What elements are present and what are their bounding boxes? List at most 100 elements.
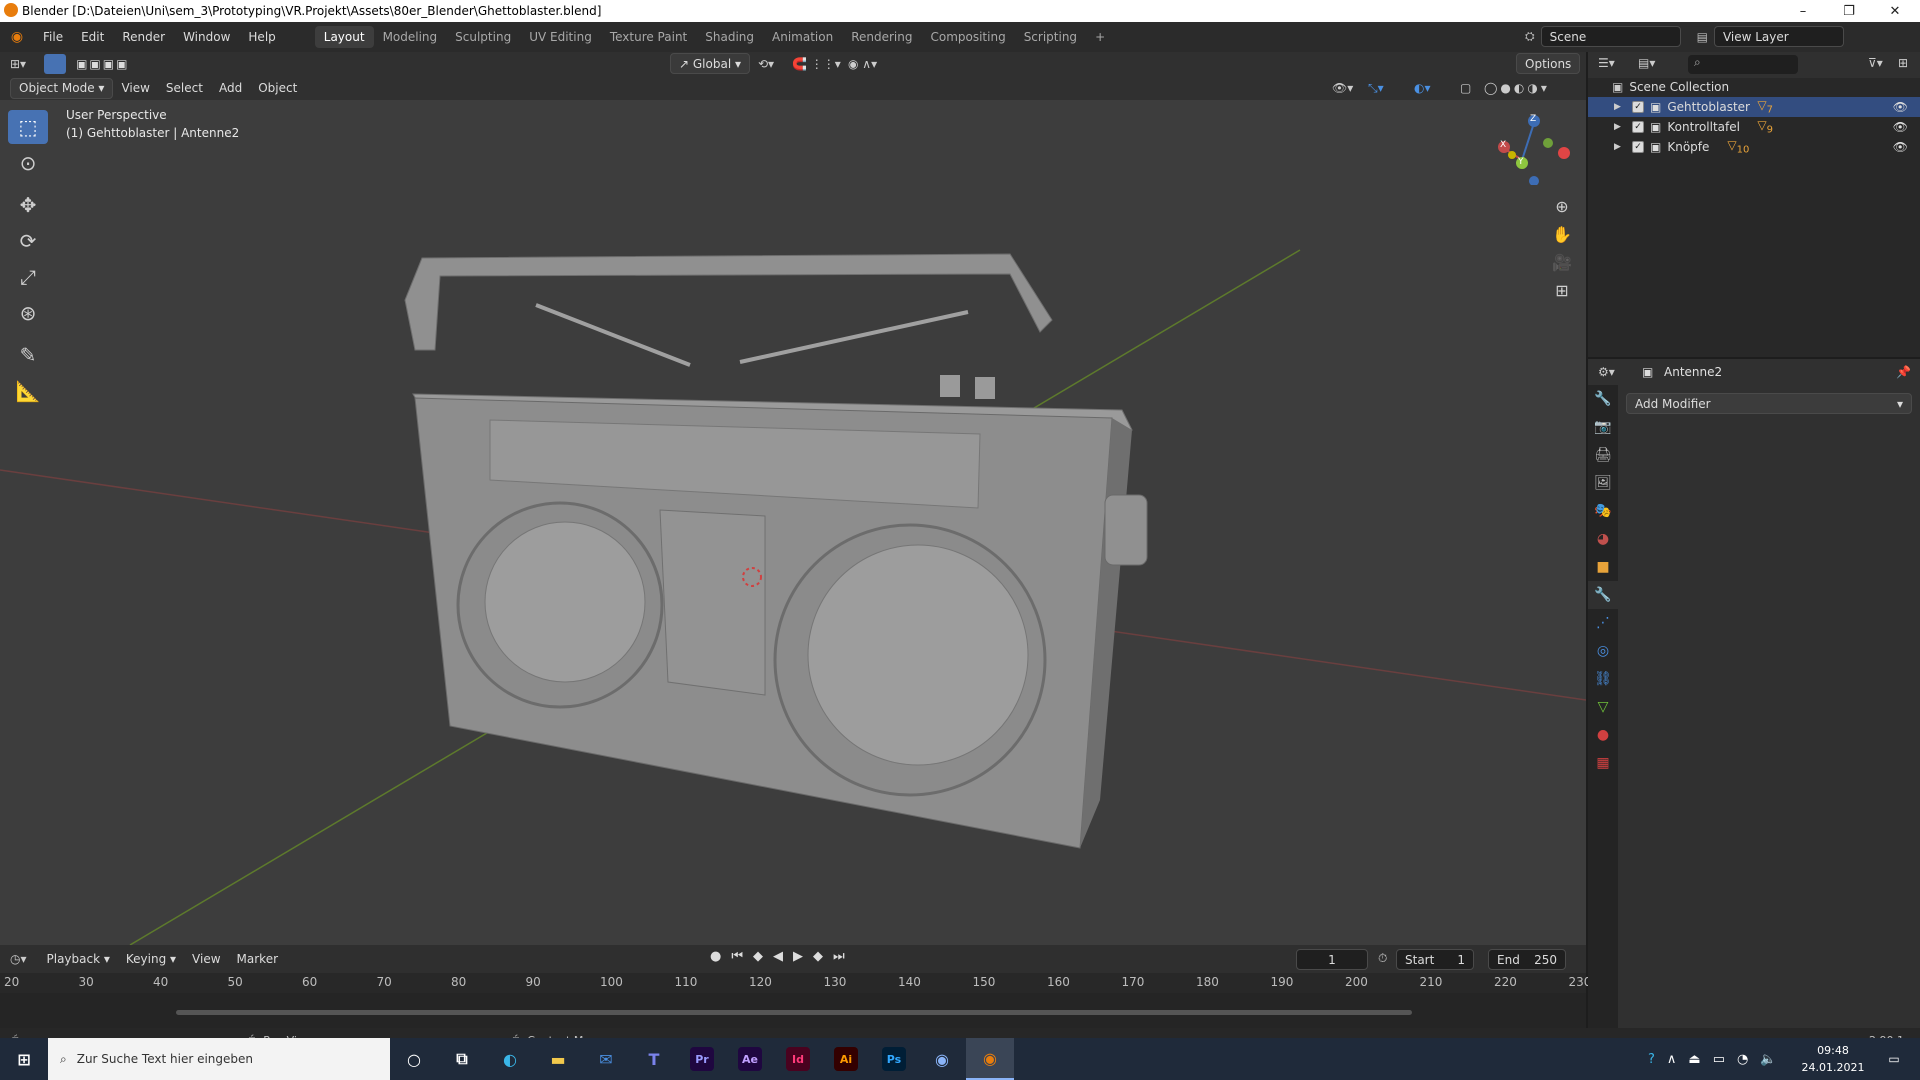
viewport-menu-view[interactable]: View xyxy=(113,81,157,95)
edge-icon[interactable]: ◐ xyxy=(486,1038,534,1080)
world-tab-icon[interactable]: ◕ xyxy=(1588,525,1618,553)
prev-keyframe-icon[interactable]: ◆ xyxy=(753,949,763,964)
tab-shading[interactable]: Shading xyxy=(696,26,763,48)
illustrator-icon[interactable]: Ai xyxy=(822,1038,870,1080)
app-circle-icon[interactable]: ◉ xyxy=(918,1038,966,1080)
add-modifier-dropdown[interactable]: Add Modifier ▾ xyxy=(1626,393,1912,414)
jump-end-icon[interactable]: ⏭ xyxy=(833,949,845,964)
view-layer-tab-icon[interactable]: 🖼 xyxy=(1588,469,1618,497)
proportional-edit-icon[interactable]: ◉ ∧▾ xyxy=(848,57,877,71)
scale-tool-icon[interactable]: ⤢ xyxy=(8,260,48,294)
render-tab-icon[interactable]: 📷 xyxy=(1588,413,1618,441)
next-keyframe-icon[interactable]: ◆ xyxy=(813,949,823,964)
visibility-eye-icon[interactable]: 👁 xyxy=(1893,140,1908,154)
output-tab-icon[interactable]: 🖨 xyxy=(1588,441,1618,469)
overlay-toggle-icon[interactable]: ◐▾ xyxy=(1414,81,1431,95)
cursor-tool-icon[interactable]: ⊙ xyxy=(8,146,48,180)
outliner-item-kontrolltafel[interactable]: ▶ ✓ ▣ Kontrolltafel ▽9 👁 xyxy=(1588,117,1920,137)
material-tab-icon[interactable]: ● xyxy=(1588,721,1618,749)
exclude-checkbox[interactable]: ✓ xyxy=(1632,121,1644,133)
volume-icon[interactable]: 🔈 xyxy=(1760,1052,1776,1067)
exclude-checkbox[interactable]: ✓ xyxy=(1632,141,1644,153)
new-collection-icon[interactable]: ⊞ xyxy=(1898,56,1908,70)
zoom-icon[interactable]: ⊕ xyxy=(1548,192,1576,220)
expand-icon[interactable]: ▶ xyxy=(1614,102,1628,112)
current-frame-field[interactable]: 1 xyxy=(1296,949,1368,970)
view-layer-icon[interactable]: ▤ xyxy=(1697,30,1708,44)
timeline-menu-playback[interactable]: Playback ▾ xyxy=(39,952,118,966)
timeline-editor-icon[interactable]: ◷▾ xyxy=(10,952,27,966)
help-icon[interactable]: ? xyxy=(1648,1052,1655,1067)
data-tab-icon[interactable]: ▽ xyxy=(1588,693,1618,721)
exclude-checkbox[interactable]: ✓ xyxy=(1632,101,1644,113)
physics-tab-icon[interactable]: ◎ xyxy=(1588,637,1618,665)
constraints-tab-icon[interactable]: ⛓ xyxy=(1588,665,1618,693)
record-icon[interactable]: ● xyxy=(710,949,721,964)
minimize-button[interactable]: – xyxy=(1780,0,1826,22)
outliner-editor-icon[interactable]: ☰▾ xyxy=(1598,56,1615,70)
xray-icon[interactable]: ▢ xyxy=(1460,81,1471,95)
play-reverse-icon[interactable]: ◀ xyxy=(773,949,783,964)
jump-start-icon[interactable]: ⏮ xyxy=(731,949,743,964)
menu-window[interactable]: Window xyxy=(174,30,239,44)
timeline-menu-keying[interactable]: Keying ▾ xyxy=(118,952,184,966)
camera-view-icon[interactable]: 🎥 xyxy=(1548,248,1576,276)
filter-icon[interactable]: ⊽▾ xyxy=(1868,56,1883,70)
windows-start-icon[interactable]: ⊞ xyxy=(0,1038,48,1080)
measure-tool-icon[interactable]: 📐 xyxy=(8,374,48,408)
tab-scripting[interactable]: Scripting xyxy=(1015,26,1086,48)
scene-icon[interactable]: ⛭ xyxy=(1525,29,1535,44)
select-box-tool-icon[interactable]: ⬚ xyxy=(8,110,48,144)
outliner-search-icon[interactable]: ⌕ xyxy=(1688,55,1798,74)
menu-edit[interactable]: Edit xyxy=(72,30,113,44)
pivot-icon[interactable]: ⟲▾ xyxy=(758,57,774,71)
tab-compositing[interactable]: Compositing xyxy=(921,26,1014,48)
rotate-tool-icon[interactable]: ⟳ xyxy=(8,224,48,258)
file-explorer-icon[interactable]: ▬ xyxy=(534,1038,582,1080)
mode-dropdown[interactable]: Object Mode ▾ xyxy=(10,77,114,99)
display-mode-icon[interactable]: ▤▾ xyxy=(1638,56,1655,70)
annotate-tool-icon[interactable]: ✎ xyxy=(8,338,48,372)
indesign-icon[interactable]: Id xyxy=(774,1038,822,1080)
menu-help[interactable]: Help xyxy=(239,30,284,44)
wifi-icon[interactable]: ◔ xyxy=(1737,1052,1748,1067)
properties-editor-icon[interactable]: ⚙▾ xyxy=(1598,365,1615,379)
tab-rendering[interactable]: Rendering xyxy=(842,26,921,48)
blender-taskbar-icon[interactable]: ◉ xyxy=(966,1038,1014,1080)
tab-sculpting[interactable]: Sculpting xyxy=(446,26,520,48)
snap-icon[interactable]: 🧲 ⋮⋮▾ xyxy=(792,57,841,71)
taskbar-clock[interactable]: 09:48 24.01.2021 xyxy=(1800,1042,1866,1076)
visibility-eye-icon[interactable]: 👁 xyxy=(1893,120,1908,134)
battery-icon[interactable]: ▭ xyxy=(1713,1052,1725,1067)
taskbar-search-box[interactable]: ⌕ Zur Suche Text hier eingeben xyxy=(48,1038,390,1080)
options-dropdown[interactable]: Options xyxy=(1516,53,1581,74)
3d-viewport[interactable]: User Perspective (1) Gehttoblaster | Ant… xyxy=(0,100,1586,945)
editor-type-icon[interactable]: ⊞▾ xyxy=(10,57,26,71)
select-mode-icon[interactable] xyxy=(44,54,67,74)
visibility-icon[interactable]: 👁▾ xyxy=(1332,81,1353,95)
blender-menu-icon[interactable]: ◉ xyxy=(0,29,34,45)
usb-icon[interactable]: ⏏ xyxy=(1688,1052,1700,1067)
photoshop-icon[interactable]: Ps xyxy=(870,1038,918,1080)
teams-icon[interactable]: T xyxy=(630,1038,678,1080)
premiere-icon[interactable]: Pr xyxy=(678,1038,726,1080)
scene-selector[interactable]: Scene xyxy=(1540,26,1681,47)
tab-texture-paint[interactable]: Texture Paint xyxy=(601,26,696,48)
viewport-menu-select[interactable]: Select xyxy=(158,81,211,95)
timeline-menu-marker[interactable]: Marker xyxy=(229,952,286,966)
after-effects-icon[interactable]: Ae xyxy=(726,1038,774,1080)
mail-icon[interactable]: ✉ xyxy=(582,1038,630,1080)
navigation-gizmo[interactable]: Z X Y xyxy=(1490,105,1570,186)
end-frame-field[interactable]: End 250 xyxy=(1488,949,1566,970)
tab-layout[interactable]: Layout xyxy=(314,26,374,48)
outliner-item-knoepfe[interactable]: ▶ ✓ ▣ Knöpfe ▽10 👁 xyxy=(1588,137,1920,157)
view-layer-selector[interactable]: View Layer xyxy=(1713,26,1844,47)
gizmo-toggle-icon[interactable]: ⤡▾ xyxy=(1368,81,1384,96)
tab-uv-editing[interactable]: UV Editing xyxy=(520,26,601,48)
timeline-menu-view[interactable]: View xyxy=(184,952,228,966)
expand-icon[interactable]: ▶ xyxy=(1614,142,1628,152)
stopwatch-icon[interactable]: ⏱ xyxy=(1378,951,1387,966)
viewport-menu-object[interactable]: Object xyxy=(250,81,305,95)
notification-icon[interactable]: ▭ xyxy=(1874,1038,1914,1080)
outliner-scene-collection[interactable]: ▣ Scene Collection xyxy=(1588,77,1920,97)
